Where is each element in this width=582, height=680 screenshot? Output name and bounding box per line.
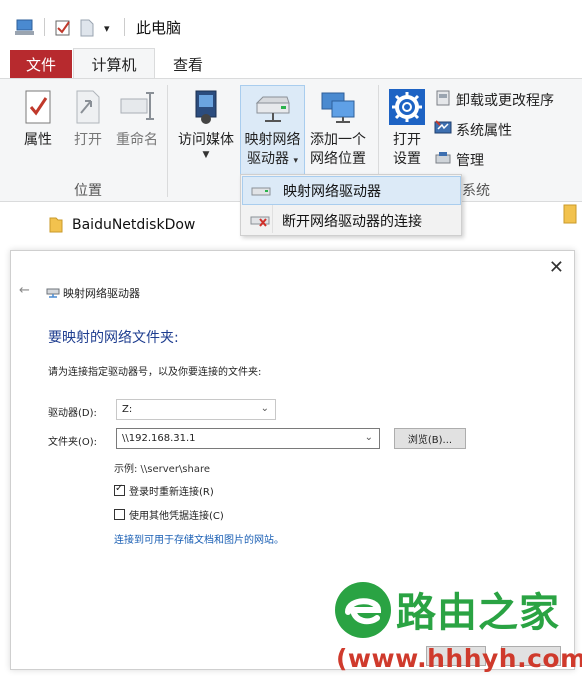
rename-icon xyxy=(117,87,157,131)
browse-button[interactable]: 浏览(B)... xyxy=(394,428,466,449)
access-media-button[interactable]: 访问媒体 ▼ xyxy=(175,87,237,160)
dialog-heading: 要映射的网络文件夹: xyxy=(48,330,179,346)
watermark-brand: 路由之家 xyxy=(396,590,560,636)
manage-label: 管理 xyxy=(456,153,484,169)
tab-view[interactable]: 查看 xyxy=(158,50,218,78)
add-location-label-line1: 添加一个 xyxy=(310,132,366,148)
location-group-label: 位置 xyxy=(74,183,102,199)
open-settings-label-line2: 设置 xyxy=(393,151,421,167)
close-icon[interactable]: ✕ xyxy=(549,257,564,278)
network-drive-icon xyxy=(251,183,271,203)
uninstall-icon xyxy=(434,89,452,111)
open-settings-label-line1: 打开 xyxy=(393,132,421,148)
group-separator xyxy=(167,85,168,197)
folder-label: 文件夹(O): xyxy=(48,437,98,448)
properties-label: 属性 xyxy=(24,132,52,148)
reconnect-checkbox-row[interactable]: 登录时重新连接(R) xyxy=(114,483,214,498)
map-drive-dropdown-menu: 映射网络驱动器 断开网络驱动器的连接 xyxy=(240,174,462,236)
rename-button[interactable]: 重命名 xyxy=(113,87,161,150)
chevron-down-icon: ⌄ xyxy=(260,403,269,414)
disconnect-drive-icon xyxy=(250,212,270,232)
folder-icon xyxy=(48,215,64,239)
watermark-logo-icon xyxy=(333,580,393,644)
reconnect-label: 登录时重新连接(R) xyxy=(129,487,214,498)
system-properties-icon xyxy=(434,119,452,141)
properties-button[interactable]: 属性 xyxy=(20,87,56,150)
dialog-instruction: 请为连接指定驱动器号，以及你要连接的文件夹: xyxy=(48,367,262,378)
media-icon xyxy=(186,87,226,131)
open-label: 打开 xyxy=(74,132,102,148)
network-location-icon xyxy=(318,87,358,131)
system-group-label: 系统 xyxy=(462,183,490,199)
drive-letter-select[interactable]: Z: ⌄ xyxy=(116,399,276,420)
drive-label: 驱动器(D): xyxy=(48,408,97,419)
window-title: 此电脑 xyxy=(136,19,182,37)
menu-item-label: 映射网络驱动器 xyxy=(283,183,381,200)
open-icon xyxy=(71,87,105,131)
reconnect-checkbox[interactable] xyxy=(114,483,125,496)
folder-icon xyxy=(562,203,578,229)
menu-item-map-network-drive[interactable]: 映射网络驱动器 xyxy=(242,176,461,205)
add-location-label-line2: 网络位置 xyxy=(310,151,366,167)
other-credentials-label: 使用其他凭据连接(C) xyxy=(129,511,224,522)
path-example: 示例: \\server\share xyxy=(114,464,211,475)
open-settings-button[interactable]: 打开 设置 xyxy=(385,87,429,169)
access-media-dropdown-icon: ▼ xyxy=(202,150,210,160)
folder-name[interactable]: BaiduNetdiskDow xyxy=(72,217,195,233)
other-credentials-checkbox[interactable] xyxy=(114,509,125,520)
drive-letter-value: Z: xyxy=(122,404,133,415)
tab-file[interactable]: 文件 xyxy=(10,50,72,78)
access-media-label: 访问媒体 xyxy=(178,132,234,148)
new-folder-icon[interactable] xyxy=(80,18,94,38)
add-network-location-button[interactable]: 添加一个 网络位置 xyxy=(306,87,370,169)
map-drive-label-line2: 驱动器 ▾ xyxy=(247,151,298,167)
title-divider xyxy=(124,18,125,36)
manage-button[interactable]: 管理 xyxy=(434,149,484,171)
tab-computer[interactable]: 计算机 xyxy=(73,48,155,79)
map-drive-label-line1: 映射网络 xyxy=(244,132,301,148)
map-drive-dropdown-icon: ▾ xyxy=(293,156,298,166)
properties-icon xyxy=(22,87,54,131)
manage-icon xyxy=(434,149,452,171)
watermark-url: (www.hhhyh.com) xyxy=(336,644,582,673)
folder-path-value: \\192.168.31.1 xyxy=(122,433,196,444)
other-credentials-checkbox-row[interactable]: 使用其他凭据连接(C) xyxy=(114,507,224,522)
open-button[interactable]: 打开 xyxy=(68,87,108,150)
title-bar: ▾ 此电脑 xyxy=(0,0,582,44)
customize-toolbar-dropdown-icon[interactable]: ▾ xyxy=(104,18,110,38)
map-network-drive-button[interactable]: 映射网络 驱动器 ▾ xyxy=(240,87,305,171)
rename-label: 重命名 xyxy=(116,132,158,148)
network-drive-icon xyxy=(46,284,60,303)
menu-item-disconnect-network-drive[interactable]: 断开网络驱动器的连接 xyxy=(242,206,461,235)
dialog-title: 映射网络驱动器 xyxy=(63,287,140,300)
settings-gear-icon xyxy=(387,87,427,131)
computer-icon xyxy=(14,18,36,38)
title-divider xyxy=(44,18,45,36)
folder-path-input[interactable]: \\192.168.31.1 ⌄ xyxy=(116,428,380,449)
ribbon-tabs: 文件 计算机 查看 xyxy=(0,44,582,79)
system-properties-button[interactable]: 系统属性 xyxy=(434,119,512,141)
back-arrow-icon[interactable]: ← xyxy=(19,283,30,298)
uninstall-label: 卸载或更改程序 xyxy=(456,93,554,109)
uninstall-program-button[interactable]: 卸载或更改程序 xyxy=(434,89,554,111)
system-properties-label: 系统属性 xyxy=(456,123,512,139)
network-drive-icon xyxy=(253,87,293,131)
menu-item-label: 断开网络驱动器的连接 xyxy=(282,213,422,230)
chevron-down-icon[interactable]: ⌄ xyxy=(365,432,373,443)
storage-website-link[interactable]: 连接到可用于存储文档和图片的网站。 xyxy=(114,531,284,546)
properties-checkbox-icon[interactable] xyxy=(54,18,72,38)
